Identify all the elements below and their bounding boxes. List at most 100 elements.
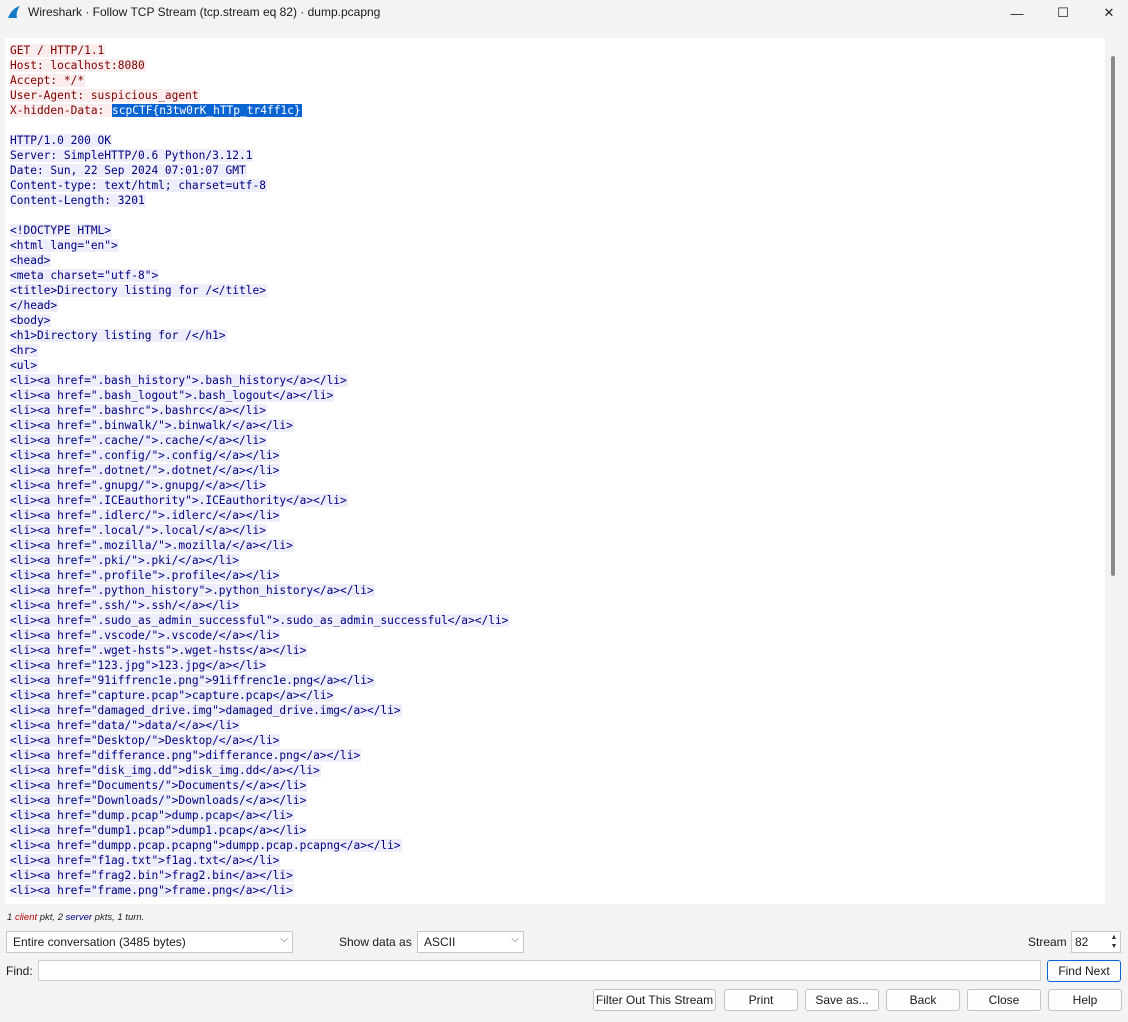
server-word: server	[65, 912, 93, 923]
server-text: <h1>Directory listing for /</h1>	[10, 329, 227, 342]
follow-tcp-stream-window: Wireshark · Follow TCP Stream (tcp.strea…	[0, 0, 1128, 1022]
conversation-select[interactable]: Entire conversation (3485 bytes) ⌵	[6, 931, 293, 953]
save-as-button[interactable]: Save as...	[805, 989, 879, 1011]
client-packet-count: 1	[7, 912, 13, 923]
stream-line: <meta charset="utf-8">	[10, 268, 509, 283]
server-text: <li><a href=".ssh/">.ssh/</a></li>	[10, 599, 241, 612]
stream-line: Server: SimpleHTTP/0.6 Python/3.12.1	[10, 148, 509, 163]
stream-label: Stream	[1028, 935, 1067, 949]
server-text: <!DOCTYPE HTML>	[10, 224, 113, 237]
server-text: <head>	[10, 254, 52, 267]
server-text: <li><a href="Desktop/">Desktop/</a></li>	[10, 734, 281, 747]
stream-line: <li><a href="capture.pcap">capture.pcap<…	[10, 688, 509, 703]
back-button[interactable]: Back	[886, 989, 960, 1011]
server-text: HTTP/1.0 200 OK	[10, 134, 113, 147]
server-text: <li><a href="differance.png">differance.…	[10, 749, 362, 762]
stream-line: <li><a href=".vscode/">.vscode/</a></li>	[10, 628, 509, 643]
server-text: <li><a href="damaged_drive.img">damaged_…	[10, 704, 402, 717]
chevron-down-icon: ⌵	[511, 934, 519, 945]
stream-line: GET / HTTP/1.1	[10, 43, 509, 58]
stream-line: Date: Sun, 22 Sep 2024 07:01:07 GMT	[10, 163, 509, 178]
stream-line: <li><a href=".binwalk/">.binwalk/</a></l…	[10, 418, 509, 433]
client-text: User-Agent: suspicious_agent	[10, 89, 200, 102]
stream-line: <li><a href="dump.pcap">dump.pcap</a></l…	[10, 808, 509, 823]
stream-line: <li><a href=".mozilla/">.mozilla/</a></l…	[10, 538, 509, 553]
server-text: </head>	[10, 299, 59, 312]
close-button[interactable]: Close	[967, 989, 1041, 1011]
server-text: <li><a href=".ICEauthority">.ICEauthorit…	[10, 494, 348, 507]
selected-text: scpCTF{n3tw0rK_hTTp_tr4ff1c}	[112, 104, 302, 117]
server-text: <li><a href=".config/">.config/</a></li>	[10, 449, 281, 462]
stream-line: <li><a href="f1ag.txt">f1ag.txt</a></li>	[10, 853, 509, 868]
stream-line: <li><a href="91iffrenc1e.png">91iffrenc1…	[10, 673, 509, 688]
minimize-button[interactable]: —	[994, 0, 1040, 26]
client-text: Host: localhost:8080	[10, 59, 146, 72]
server-text: <li><a href="dump.pcap">dump.pcap</a></l…	[10, 809, 294, 822]
server-text: <li><a href="dump1.pcap">dump1.pcap</a><…	[10, 824, 308, 837]
filter-out-stream-button[interactable]: Filter Out This Stream	[593, 989, 716, 1011]
client-text: GET / HTTP/1.1	[10, 44, 106, 57]
server-text: <li><a href="frame.png">frame.png</a></l…	[10, 884, 294, 897]
stream-line: <li><a href="damaged_drive.img">damaged_…	[10, 703, 509, 718]
stream-line: <li><a href=".config/">.config/</a></li>	[10, 448, 509, 463]
stream-line: <title>Directory listing for /</title>	[10, 283, 509, 298]
find-next-button[interactable]: Find Next	[1047, 960, 1121, 982]
stream-line: <li><a href=".pki/">.pki/</a></li>	[10, 553, 509, 568]
stream-line: <li><a href="data/">data/</a></li>	[10, 718, 509, 733]
server-text: <li><a href=".local/">.local/</a></li>	[10, 524, 267, 537]
stream-line: <li><a href="Downloads/">Downloads/</a><…	[10, 793, 509, 808]
server-text: <li><a href="dumpp.pcap.pcapng">dumpp.pc…	[10, 839, 402, 852]
stream-line: <!DOCTYPE HTML>	[10, 223, 509, 238]
show-data-select[interactable]: ASCII ⌵	[417, 931, 524, 953]
maximize-button[interactable]: ☐	[1040, 0, 1086, 26]
stream-line: <li><a href="123.jpg">123.jpg</a></li>	[10, 658, 509, 673]
stream-number-spinbox[interactable]: 82 ▲ ▼	[1071, 931, 1121, 953]
spin-arrows-icon[interactable]: ▲ ▼	[1109, 933, 1119, 951]
server-text: <meta charset="utf-8">	[10, 269, 160, 282]
find-input[interactable]	[38, 960, 1041, 981]
stream-line: <li><a href=".local/">.local/</a></li>	[10, 523, 509, 538]
stream-line: <li><a href=".profile">.profile</a></li>	[10, 568, 509, 583]
print-button[interactable]: Print	[724, 989, 798, 1011]
dialog-buttons: Filter Out This Stream Print Save as... …	[0, 989, 1128, 1013]
server-text: <title>Directory listing for /</title>	[10, 284, 267, 297]
server-text: <li><a href=".mozilla/">.mozilla/</a></l…	[10, 539, 294, 552]
server-text: <li><a href=".python_history">.python_hi…	[10, 584, 375, 597]
stream-text[interactable]: GET / HTTP/1.1 Host: localhost:8080 Accept…	[10, 43, 510, 898]
stream-line: <li><a href=".bash_history">.bash_histor…	[10, 373, 509, 388]
stream-line: Host: localhost:8080	[10, 58, 509, 73]
stream-line: <head>	[10, 253, 509, 268]
help-button[interactable]: Help	[1048, 989, 1122, 1011]
server-text: <li><a href=".bashrc">.bashrc</a></li>	[10, 404, 267, 417]
stream-line: <li><a href=".bashrc">.bashrc</a></li>	[10, 403, 509, 418]
stream-line: User-Agent: suspicious_agent	[10, 88, 509, 103]
stream-line: <li><a href="disk_img.dd">disk_img.dd</a…	[10, 763, 509, 778]
server-text: <html lang="en">	[10, 239, 119, 252]
stream-line	[10, 208, 509, 223]
window-title: Wireshark · Follow TCP Stream (tcp.strea…	[28, 5, 381, 19]
server-text: Content-type: text/html; charset=utf-8	[10, 179, 267, 192]
stream-line: <li><a href=".bash_logout">.bash_logout<…	[10, 388, 509, 403]
server-text: <li><a href=".pki/">.pki/</a></li>	[10, 554, 241, 567]
stream-line: <li><a href="dump1.pcap">dump1.pcap</a><…	[10, 823, 509, 838]
packet-summary: 1 client pkt, 2 server pkts, 1 turn.	[7, 912, 144, 923]
client-text: X-hidden-Data:	[10, 104, 113, 117]
stream-line: <hr>	[10, 343, 509, 358]
close-window-button[interactable]: ✕	[1086, 0, 1128, 26]
stream-line: <li><a href=".wget-hsts">.wget-hsts</a><…	[10, 643, 509, 658]
stream-line: <li><a href="Documents/">Documents/</a><…	[10, 778, 509, 793]
server-text: <li><a href="123.jpg">123.jpg</a></li>	[10, 659, 267, 672]
stream-line: <body>	[10, 313, 509, 328]
stream-content-area[interactable]: GET / HTTP/1.1 Host: localhost:8080 Accept…	[5, 38, 1105, 904]
stream-line: <li><a href=".dotnet/">.dotnet/</a></li>	[10, 463, 509, 478]
stream-line: <html lang="en">	[10, 238, 509, 253]
stream-line: HTTP/1.0 200 OK	[10, 133, 509, 148]
client-word: client	[14, 912, 38, 923]
stream-line: <li><a href="frag2.bin">frag2.bin</a></l…	[10, 868, 509, 883]
stream-scrollbar[interactable]	[1107, 38, 1119, 904]
show-data-label: Show data as	[339, 935, 412, 949]
server-text: <li><a href=".binwalk/">.binwalk/</a></l…	[10, 419, 294, 432]
conversation-select-value: Entire conversation (3485 bytes)	[13, 935, 186, 949]
wireshark-fin-icon	[8, 6, 20, 18]
scrollbar-thumb[interactable]	[1111, 56, 1115, 576]
